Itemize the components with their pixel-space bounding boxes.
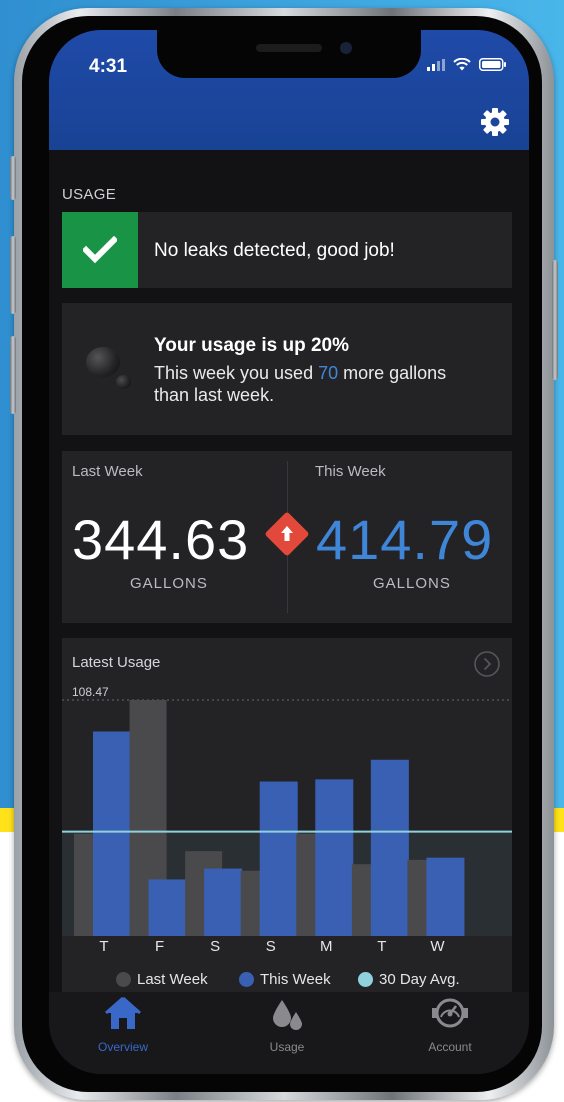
usage-extra-gallons: 70	[318, 363, 339, 383]
leak-status-badge	[62, 212, 138, 288]
x-tick-label: T	[377, 938, 386, 954]
usage-detail-suffix: more gallons	[338, 363, 447, 383]
bar-this-week	[259, 781, 298, 936]
front-camera	[340, 42, 352, 54]
usage-bar-chart: TFSSMTW	[62, 699, 512, 954]
leak-status-card: No leaks detected, good job!	[62, 212, 512, 288]
usage-change-card: Your usage is up 20% This week you used …	[62, 303, 512, 435]
legend-dot-30-day-avg	[358, 972, 373, 987]
latest-usage-card: Latest Usage 108.47 TFSSMTW	[62, 638, 512, 1008]
x-tick-label: S	[210, 938, 220, 954]
checkmark-icon	[83, 236, 117, 264]
x-tick-label: W	[430, 938, 445, 954]
x-tick-label: S	[266, 938, 276, 954]
this-week-value: 414.79	[316, 508, 494, 571]
tab-usage-label: Usage	[269, 1040, 305, 1054]
bottom-tab-bar: Overview Usage Account	[49, 992, 529, 1074]
bar-this-week	[370, 759, 409, 936]
legend-label-30-day-avg: 30 Day Avg.	[379, 971, 460, 988]
legend-dot-this-week	[239, 972, 254, 987]
usage-change-detail-line2: than last week.	[154, 385, 275, 405]
battery-icon	[479, 58, 506, 71]
phone-power-button	[552, 260, 558, 380]
phone-volume-up	[10, 236, 16, 314]
legend-label-this-week: This Week	[260, 971, 331, 988]
up-arrow-icon	[281, 526, 293, 541]
water-drops-icon	[273, 1000, 302, 1030]
last-week-value: 344.63	[72, 508, 250, 571]
app-screen: 4:31 USAGE No leaks detected, good job! …	[49, 30, 529, 1074]
this-week-unit: GALLONS	[373, 575, 451, 592]
settings-gear-icon[interactable]	[479, 106, 511, 138]
wifi-icon	[453, 58, 471, 71]
last-week-label: Last Week	[72, 463, 143, 480]
legend-item-30-day-avg: 30 Day Avg.	[358, 971, 460, 988]
bar-this-week	[426, 857, 465, 936]
chevron-right-circle-icon[interactable]	[473, 650, 501, 678]
bar-this-week	[315, 779, 354, 936]
water-bubble-small-icon	[116, 375, 131, 389]
x-tick-label: M	[320, 938, 333, 954]
phone-mute-switch	[10, 156, 16, 200]
legend-item-this-week: This Week	[239, 971, 331, 988]
tab-overview-label: Overview	[97, 1040, 148, 1054]
bar-this-week	[148, 879, 187, 936]
bar-this-week	[93, 731, 131, 936]
weekly-comparison-card: Last Week 344.63 GALLONS This Week 414.7…	[62, 451, 512, 623]
usage-change-detail: This week you used 70 more gallons	[154, 363, 446, 384]
x-tick-label: F	[155, 938, 164, 954]
water-bubble-icon	[86, 347, 120, 377]
phone-volume-down	[10, 336, 16, 414]
bar-this-week	[204, 868, 243, 936]
x-tick-label: T	[99, 938, 108, 954]
legend-label-last-week: Last Week	[137, 971, 208, 988]
chart-legend: Last Week This Week 30 Day Avg.	[49, 971, 529, 993]
last-week-unit: GALLONS	[130, 575, 208, 592]
legend-dot-last-week	[116, 972, 131, 987]
home-icon	[105, 996, 141, 1029]
meter-icon	[432, 998, 468, 1028]
status-icons	[427, 58, 507, 71]
section-label-usage: USAGE	[62, 186, 117, 203]
this-week-label: This Week	[315, 463, 386, 480]
speaker-grille	[256, 44, 322, 52]
leak-status-message: No leaks detected, good job!	[154, 240, 395, 261]
phone-notch	[157, 30, 421, 78]
latest-usage-title: Latest Usage	[72, 654, 161, 671]
tab-account-label: Account	[428, 1040, 472, 1054]
legend-item-last-week: Last Week	[116, 971, 208, 988]
usage-detail-prefix: This week you used	[154, 363, 319, 383]
signal-icon	[427, 59, 445, 71]
status-time: 4:31	[89, 56, 128, 77]
usage-change-title: Your usage is up 20%	[154, 335, 349, 356]
